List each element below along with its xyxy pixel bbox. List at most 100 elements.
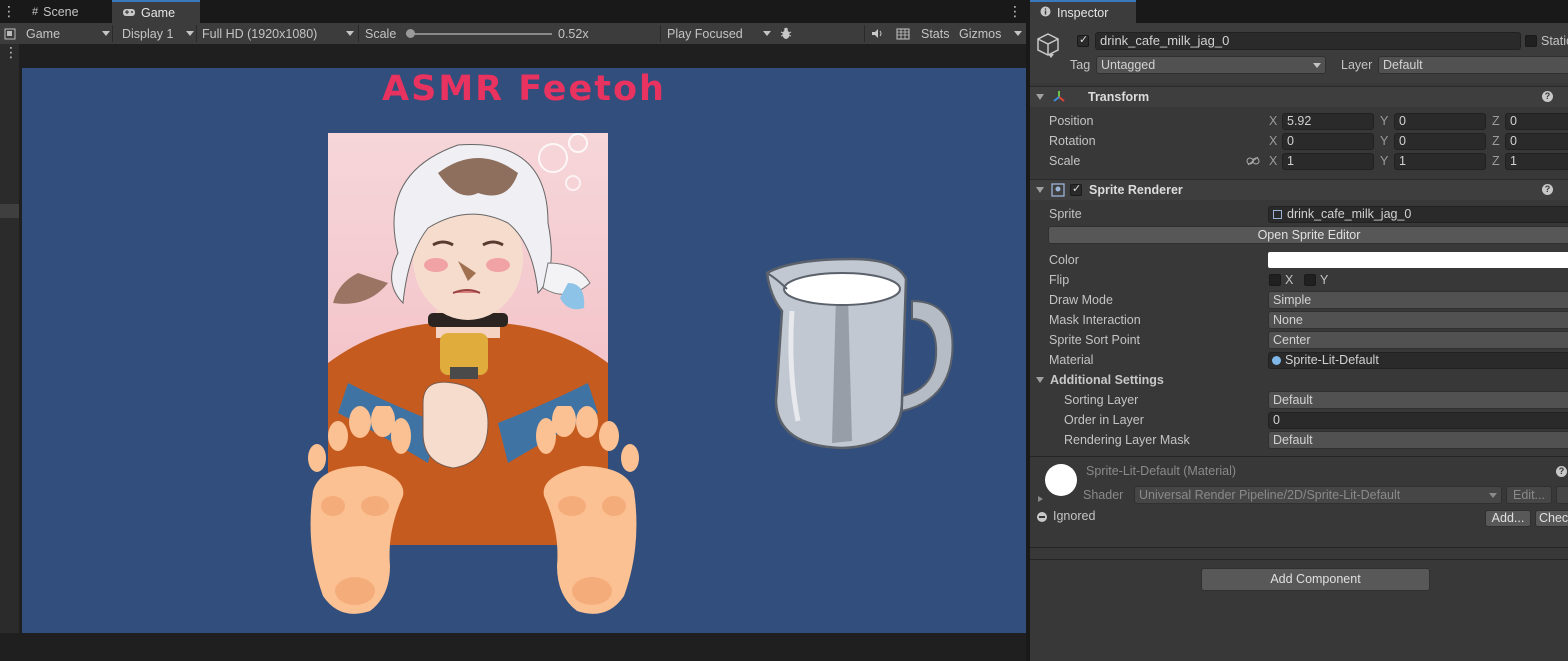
sprite-renderer-header[interactable]: Sprite Renderer ?: [1030, 179, 1568, 200]
shader-edit-button[interactable]: Edit...: [1506, 486, 1552, 504]
sprite-renderer-title: Sprite Renderer: [1089, 183, 1183, 197]
mode-dropdown[interactable]: Game: [22, 23, 114, 44]
chevron-down-icon[interactable]: [1036, 377, 1044, 383]
rendering-layer-mask-dropdown[interactable]: Default: [1268, 431, 1568, 449]
tag-value: Untagged: [1101, 58, 1156, 72]
flip-y-checkbox[interactable]: [1304, 274, 1316, 286]
flip-x-checkbox[interactable]: [1269, 274, 1281, 286]
shader-menu-button[interactable]: [1556, 486, 1568, 504]
left-kebab-icon[interactable]: ⋮: [2, 0, 16, 23]
material-field[interactable]: Sprite-Lit-Default: [1268, 352, 1568, 369]
shader-dropdown[interactable]: Universal Render Pipeline/2D/Sprite-Lit-…: [1134, 486, 1502, 504]
chevron-down-icon[interactable]: [1048, 54, 1054, 58]
layer-dropdown[interactable]: Default: [1378, 56, 1568, 74]
scale-y-field[interactable]: 1: [1394, 153, 1486, 170]
panel-menu-icon[interactable]: ⋮: [1008, 0, 1022, 23]
add-button[interactable]: Add...: [1485, 510, 1531, 527]
milk-jug-sprite: [765, 257, 954, 450]
static-checkbox[interactable]: [1525, 35, 1537, 47]
strip-marker: [0, 204, 19, 218]
scale-slider-track[interactable]: [406, 33, 552, 35]
sprite-sort-point-dropdown[interactable]: Center: [1268, 331, 1568, 349]
additional-settings-label[interactable]: Additional Settings: [1050, 373, 1164, 387]
game-view-bottom: [0, 633, 1026, 661]
tab-game[interactable]: Game: [112, 0, 200, 23]
object-name-field[interactable]: drink_cafe_milk_jag_0: [1095, 32, 1521, 50]
divider: [112, 25, 113, 42]
divider: [864, 25, 865, 42]
flip-y-label: Y: [1320, 273, 1329, 287]
divider: [660, 25, 661, 42]
rotation-x-field[interactable]: 0: [1282, 133, 1374, 150]
sprite-label: Sprite: [1049, 207, 1082, 221]
gizmos-button[interactable]: Gizmos: [959, 23, 1001, 44]
draw-mode-label: Draw Mode: [1049, 293, 1113, 307]
rotation-y-field[interactable]: 0: [1394, 133, 1486, 150]
sprite-field[interactable]: drink_cafe_milk_jag_0: [1268, 206, 1568, 223]
position-y-field[interactable]: 0: [1394, 113, 1486, 130]
color-swatch[interactable]: [1268, 252, 1568, 268]
rotation-x-axis[interactable]: X: [1269, 134, 1277, 148]
check-button[interactable]: Chec: [1535, 510, 1568, 527]
mask-interaction-dropdown[interactable]: None: [1268, 311, 1568, 329]
position-x-axis[interactable]: X: [1269, 114, 1277, 128]
ignored-label: Ignored: [1053, 509, 1096, 523]
draw-mode-dropdown[interactable]: Simple: [1268, 291, 1568, 309]
scale-z-axis[interactable]: Z: [1492, 154, 1500, 168]
toggle-icon[interactable]: [0, 23, 20, 44]
sprite-renderer-enabled-checkbox[interactable]: [1070, 182, 1082, 196]
add-component-button[interactable]: Add Component: [1201, 568, 1430, 591]
sprite-renderer-icon: [1051, 183, 1065, 200]
grid-icon: #: [32, 5, 39, 18]
sorting-layer-dropdown[interactable]: Default: [1268, 391, 1568, 409]
scale-z-field[interactable]: 1: [1505, 153, 1568, 170]
rotation-z-axis[interactable]: Z: [1492, 134, 1500, 148]
strip-menu-icon[interactable]: ⋮: [4, 44, 18, 60]
position-x-field[interactable]: 5.92: [1282, 113, 1374, 130]
chevron-down-icon: [1014, 31, 1022, 36]
tab-scene-label: Scene: [43, 4, 79, 19]
position-z-field[interactable]: 0: [1505, 113, 1568, 130]
rotation-y-axis[interactable]: Y: [1380, 134, 1388, 148]
chevron-down-icon: [102, 31, 110, 36]
active-checkbox[interactable]: [1077, 33, 1089, 47]
game-view[interactable]: ASMR Feetoh: [22, 68, 1026, 633]
chevron-right-icon[interactable]: [1038, 496, 1043, 502]
scale-y-axis[interactable]: Y: [1380, 154, 1388, 168]
help-icon[interactable]: ?: [1542, 184, 1553, 195]
play-mode-dropdown[interactable]: Play Focused: [663, 23, 775, 44]
scale-x-axis[interactable]: X: [1269, 154, 1277, 168]
tab-bar: ⋮ # Scene Game ⋮: [0, 0, 1026, 23]
chevron-down-icon: [346, 31, 354, 36]
chevron-down-icon: [763, 31, 771, 36]
material-asset-icon: [1272, 356, 1281, 365]
grid-toggle-icon[interactable]: [893, 23, 913, 44]
order-in-layer-field[interactable]: 0: [1268, 412, 1568, 429]
inspector-tab-bar: Inspector: [1030, 0, 1568, 23]
material-title: Sprite-Lit-Default (Material): [1086, 464, 1237, 478]
help-icon[interactable]: ?: [1542, 91, 1553, 102]
position-y-axis[interactable]: Y: [1380, 114, 1388, 128]
display-dropdown[interactable]: Display 1: [118, 23, 198, 44]
stats-button[interactable]: Stats: [921, 23, 950, 44]
flip-label: Flip: [1049, 273, 1070, 287]
link-icon[interactable]: [1246, 155, 1260, 169]
bug-icon[interactable]: [777, 23, 795, 44]
rotation-label: Rotation: [1049, 134, 1096, 148]
tag-dropdown[interactable]: Untagged: [1096, 56, 1326, 74]
help-icon[interactable]: ?: [1556, 466, 1567, 477]
tab-inspector[interactable]: Inspector: [1030, 0, 1136, 23]
color-label: Color: [1049, 253, 1079, 267]
right-foot-sprite: [536, 406, 639, 614]
scale-x-field[interactable]: 1: [1282, 153, 1374, 170]
flip-x-label: X: [1285, 273, 1294, 287]
resolution-dropdown[interactable]: Full HD (1920x1080): [198, 23, 358, 44]
audio-icon[interactable]: [867, 23, 887, 44]
gizmos-menu[interactable]: [1010, 23, 1022, 44]
position-label: Position: [1049, 114, 1094, 128]
transform-header[interactable]: Transform ?: [1030, 86, 1568, 107]
open-sprite-editor-button[interactable]: Open Sprite Editor: [1048, 226, 1568, 244]
position-z-axis[interactable]: Z: [1492, 114, 1500, 128]
tab-scene[interactable]: # Scene: [22, 0, 89, 23]
rotation-z-field[interactable]: 0: [1505, 133, 1568, 150]
